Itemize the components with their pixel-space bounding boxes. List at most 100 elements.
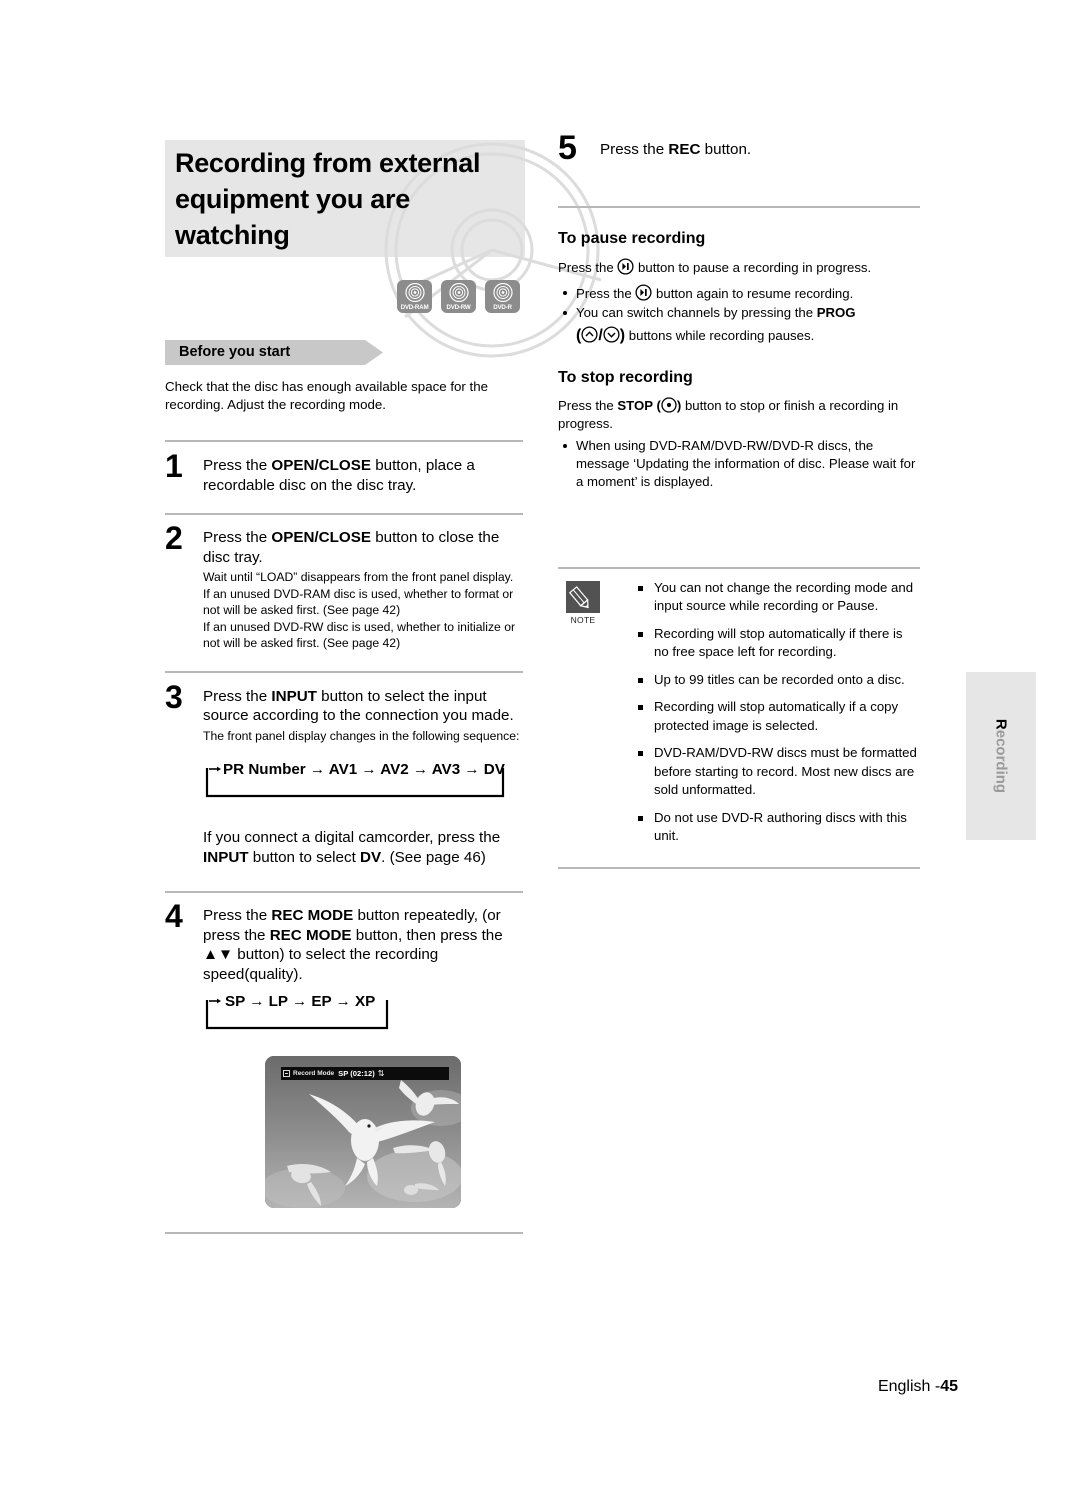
- recmode-sequence-text: SP → LP → EP → XP: [225, 993, 376, 1010]
- side-tab-label: Recording: [993, 719, 1010, 793]
- chevron-down-circle-icon: [603, 325, 620, 343]
- prog-icons-group: (/) buttons while recording pauses.: [576, 325, 815, 345]
- pause-bullet-2-pre: You can switch channels by pressing the: [576, 304, 817, 320]
- footer-page-number: 45: [940, 1378, 958, 1395]
- step-5: 5 Press the REC button.: [558, 131, 920, 165]
- divider: [165, 1232, 523, 1234]
- pause-icon: [635, 283, 652, 301]
- side-tab-recording: Recording: [966, 672, 1036, 840]
- left-column: Recording from external equipment you ar…: [165, 140, 602, 1234]
- disc-format-badges: DVD-RAM DVD-RW DVD-R: [397, 280, 520, 313]
- input-sequence-text: PR Number → AV1 → AV2 → AV3 → DV: [223, 761, 505, 778]
- step-3-bold: INPUT: [271, 687, 317, 705]
- pause-bullet-1: Press the button again to resume recordi…: [558, 283, 920, 303]
- osd-value: SP (02:12): [338, 1069, 375, 1078]
- disc-icon: [448, 283, 469, 302]
- right-column: 5 Press the REC button. To pause recordi…: [558, 131, 920, 869]
- note-icon-label: NOTE: [570, 614, 596, 625]
- pause-recording-heading: To pause recording: [558, 229, 706, 247]
- before-you-start-label: Before you start: [179, 344, 291, 360]
- stop-circle-icon: [661, 396, 677, 413]
- step-5-post: button.: [700, 141, 752, 158]
- footer-language: English -: [877, 1378, 941, 1395]
- badge-dvd-rw: DVD-RW: [441, 280, 476, 313]
- step-3-number: 3: [165, 678, 183, 715]
- side-tab-initial: R: [992, 718, 1010, 730]
- divider: [558, 866, 920, 869]
- step-1-number: 1: [165, 448, 183, 484]
- badge-dvd-ram: DVD-RAM: [397, 280, 432, 313]
- divider: [165, 440, 523, 442]
- camcorder-note-post: . (See page 46): [381, 848, 486, 866]
- pause-recording-bullets: Press the button again to resume recordi…: [558, 283, 920, 345]
- step-1: 1 Press the OPEN/CLOSE button, place a r…: [165, 450, 523, 495]
- note-item: Recording will stop automatically if a c…: [636, 698, 920, 735]
- page-title-line-2: equipment you are: [175, 184, 410, 214]
- pause-bullet-2-post: buttons while recording pauses.: [625, 327, 815, 343]
- step-1-pre: Press the: [203, 457, 272, 474]
- steps-container: 1 Press the OPEN/CLOSE button, place a r…: [165, 440, 523, 1234]
- step-4: 4 Press the REC MODE button repeatedly, …: [165, 900, 523, 1208]
- osd-label: Record Mode: [293, 1070, 335, 1077]
- step-1-text: Press the OPEN/CLOSE button, place a rec…: [203, 456, 523, 495]
- note-item: Up to 99 titles can be recorded onto a d…: [636, 671, 920, 690]
- stop-recording-intro: Press the STOP () button to stop or fini…: [558, 396, 920, 433]
- step-5-pre: Press the: [600, 141, 669, 158]
- step-3-subtext: The front panel display changes in the f…: [203, 728, 520, 743]
- step-3-text: Press the INPUT button to select the inp…: [203, 687, 523, 726]
- divider: [165, 670, 523, 673]
- step-4-number: 4: [165, 898, 183, 934]
- side-tab-rest: ecording: [992, 729, 1010, 794]
- divider: [558, 205, 920, 208]
- step-4-pre: Press the: [203, 907, 272, 924]
- note-items-list: You can not change the recording mode an…: [558, 579, 920, 846]
- stop-label: STOP: [617, 397, 653, 413]
- step-2-sub-line-3: If an unused DVD-RW disc is used, whethe…: [203, 619, 516, 651]
- page-footer: English -45: [0, 1378, 1080, 1396]
- step-3-camcorder-note: If you connect a digital camcorder, pres…: [203, 828, 523, 867]
- osd-updown-arrows-icon: ⇅: [377, 1069, 385, 1078]
- divider: [165, 513, 523, 515]
- step-2: 2 Press the OPEN/CLOSE button to close t…: [165, 522, 523, 652]
- camcorder-note-bold-1: INPUT: [203, 848, 249, 866]
- page-header-band: Recording from external equipment you ar…: [165, 140, 602, 358]
- stop-recording-bullets: When using DVD-RAM/DVD-RW/DVD-R discs, t…: [558, 437, 920, 491]
- badge-label: DVD-RAM: [400, 304, 429, 311]
- stop-recording-heading: To stop recording: [558, 368, 693, 386]
- step-2-text: Press the OPEN/CLOSE button to close the…: [203, 528, 523, 567]
- tv-screenshot: Record Mode SP (02:12) ⇅: [265, 1056, 461, 1208]
- pause-bullet-1-post: button again to resume recording.: [652, 285, 854, 301]
- step-2-sub-line-1: Wait until “LOAD” disappears from the fr…: [203, 570, 514, 584]
- camcorder-note-pre: If you connect a digital camcorder, pres…: [203, 829, 501, 846]
- step-4-bold-1: REC MODE: [271, 907, 354, 924]
- before-you-start-body: Check that the disc has enough available…: [165, 379, 489, 412]
- step-3-pre: Press the: [203, 687, 272, 705]
- badge-dvd-r: DVD-R: [485, 280, 520, 313]
- pause-bullet-1-pre: Press the: [576, 285, 636, 301]
- step-5-bold: REC: [668, 141, 701, 158]
- camcorder-note-mid: button to select: [248, 848, 361, 866]
- note-icon-group: NOTE: [561, 580, 605, 625]
- note-box-wrapper: NOTE You can not change the recording mo…: [558, 566, 920, 869]
- step-4-bold-2: REC MODE: [269, 926, 352, 944]
- disc-icon: [492, 283, 513, 302]
- pause-intro-post: button to pause a recording in progress.: [634, 259, 872, 275]
- step-2-subtext: Wait until “LOAD” disappears from the fr…: [203, 569, 523, 652]
- page-title-line-1: Recording from external: [175, 148, 481, 178]
- page-title: Recording from external equipment you ar…: [175, 145, 515, 253]
- pause-bullet-2: You can switch channels by pressing the …: [558, 304, 920, 345]
- disc-icon: [404, 283, 425, 302]
- note-item: DVD-RAM/DVD-RW discs must be formatted b…: [636, 744, 920, 800]
- step-5-text: Press the REC button.: [600, 140, 920, 160]
- camcorder-note-bold-2: DV: [360, 848, 382, 866]
- note-item: Recording will stop automatically if the…: [636, 625, 920, 662]
- recmode-sequence-loop: SP → LP → EP → XP: [197, 993, 523, 1034]
- osd-disc-icon: [283, 1070, 290, 1077]
- prog-label: PROG: [816, 304, 856, 320]
- note-item: Do not use DVD-R authoring discs with th…: [636, 809, 920, 846]
- chevron-up-circle-icon: [581, 325, 598, 343]
- input-sequence-loop: PR Number → AV1 → AV2 → AV3 → DV: [197, 761, 523, 802]
- stop-intro-pre: Press the: [558, 397, 618, 413]
- step-5-number: 5: [558, 129, 577, 167]
- stop-paren-open: (: [652, 397, 661, 413]
